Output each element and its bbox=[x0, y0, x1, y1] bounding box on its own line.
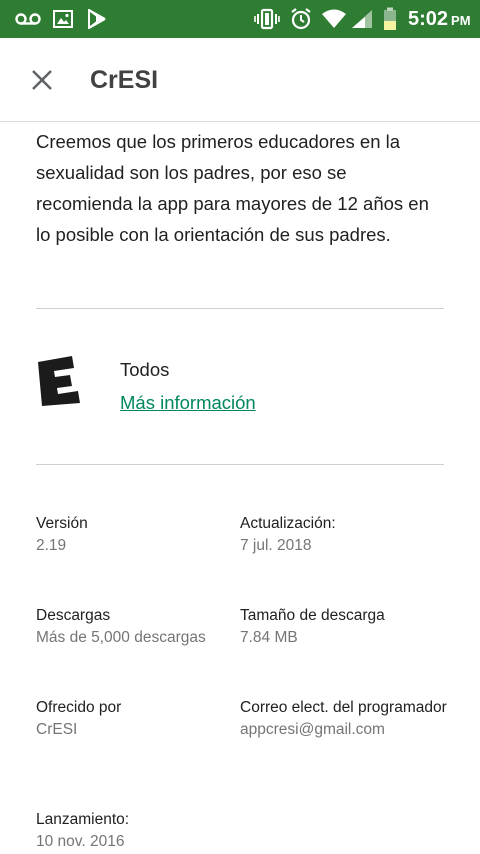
developer-email-info: Correo elect. del programador appcresi@g… bbox=[240, 698, 450, 740]
app-description: Creemos que los primeros educadores en l… bbox=[36, 131, 429, 245]
developer-email-value[interactable]: appcresi@gmail.com bbox=[240, 720, 450, 740]
signal-icon bbox=[350, 0, 374, 38]
release-value: 10 nov. 2016 bbox=[36, 833, 125, 850]
image-icon bbox=[52, 0, 74, 38]
status-time: 5:02 PM bbox=[408, 8, 471, 30]
size-value: 7.84 MB bbox=[240, 629, 298, 646]
page-title: CrESI bbox=[90, 66, 159, 94]
downloads-label: Descargas bbox=[36, 607, 111, 624]
esrb-everyone-icon bbox=[36, 354, 84, 406]
version-label: Versión bbox=[36, 515, 88, 532]
update-value: 7 jul. 2018 bbox=[240, 537, 312, 554]
status-bar: 5:02 PM bbox=[0, 0, 480, 38]
wifi-icon bbox=[320, 0, 348, 38]
version-value: 2.19 bbox=[36, 537, 67, 554]
developer-email-label: Correo elect. del programador bbox=[240, 699, 447, 716]
downloads-value: Más de 5,000 descargas bbox=[36, 629, 206, 646]
offered-by-info: Ofrecido por CrESI bbox=[36, 698, 236, 740]
vibrate-icon bbox=[254, 0, 280, 38]
alarm-icon bbox=[288, 0, 314, 38]
version-info: Versión 2.19 bbox=[36, 514, 236, 556]
play-store-icon bbox=[86, 0, 110, 38]
release-label: Lanzamiento: bbox=[36, 811, 130, 828]
more-info-link[interactable]: Más información bbox=[120, 392, 256, 414]
release-info: Lanzamiento: 10 nov. 2016 bbox=[36, 810, 236, 852]
voicemail-icon bbox=[14, 0, 42, 38]
divider bbox=[36, 308, 444, 309]
battery-icon bbox=[382, 0, 398, 38]
content-rating-label: Todos bbox=[120, 359, 170, 380]
size-label: Tamaño de descarga bbox=[240, 607, 385, 624]
downloads-info: Descargas Más de 5,000 descargas bbox=[36, 606, 236, 648]
update-info: Actualización: 7 jul. 2018 bbox=[240, 514, 440, 556]
app-bar: CrESI bbox=[0, 38, 480, 122]
size-info: Tamaño de descarga 7.84 MB bbox=[240, 606, 440, 648]
divider bbox=[36, 464, 444, 465]
update-label: Actualización: bbox=[240, 515, 336, 532]
offered-by-label: Ofrecido por bbox=[36, 699, 122, 716]
offered-by-value: CrESI bbox=[36, 721, 78, 738]
close-icon bbox=[32, 70, 52, 90]
status-ampm: PM bbox=[451, 13, 471, 28]
close-button[interactable] bbox=[22, 60, 62, 100]
